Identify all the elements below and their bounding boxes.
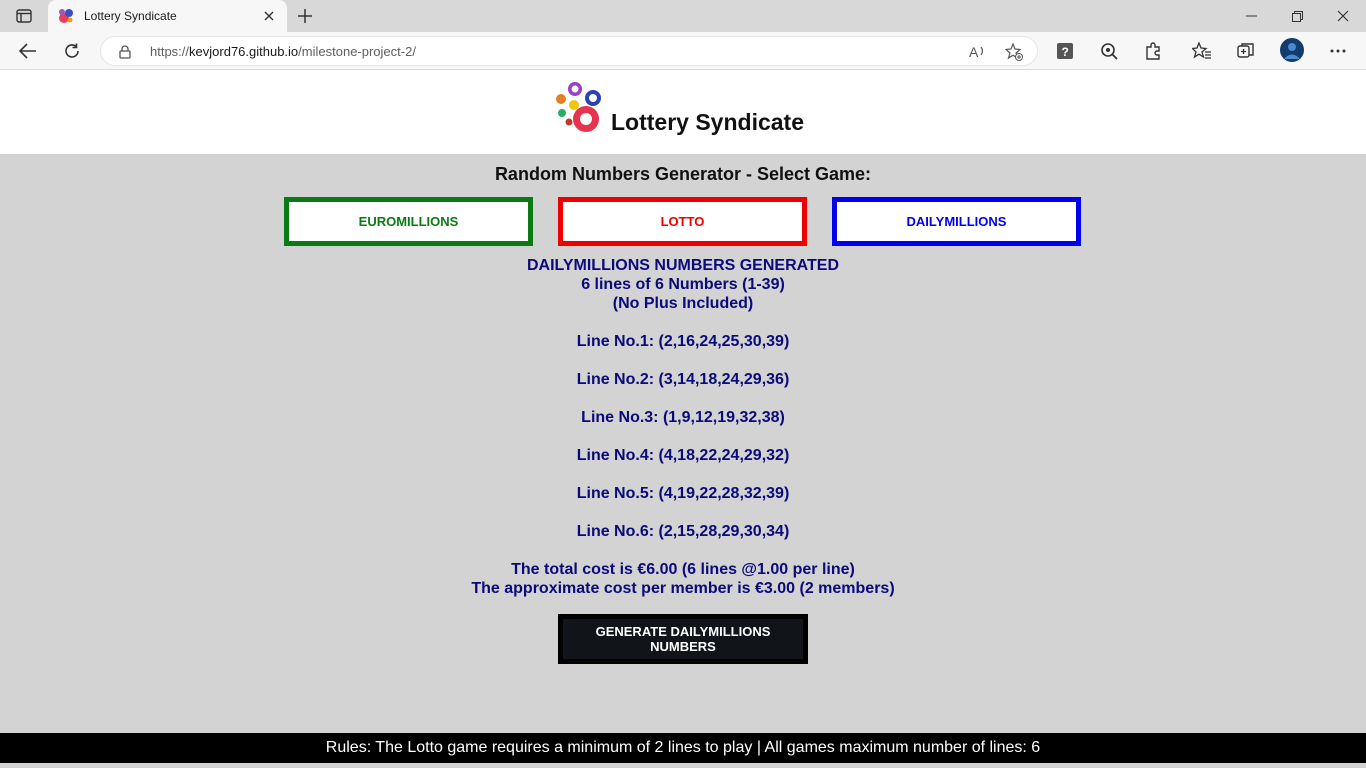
rules-footer: Rules: The Lotto game requires a minimum… — [0, 733, 1366, 763]
browser-tab-bar: Lottery Syndicate — [0, 0, 1366, 32]
svg-text:?: ? — [1062, 45, 1069, 59]
lottery-balls-logo-icon — [553, 81, 605, 133]
profile-avatar[interactable] — [1277, 36, 1307, 64]
result-line: Line No.3: (1,9,12,19,32,38) — [581, 409, 785, 426]
new-tab-icon[interactable] — [292, 4, 318, 28]
extension-help-icon[interactable]: ? — [1050, 37, 1080, 65]
result-line: Line No.6: (2,15,28,29,30,34) — [576, 523, 790, 540]
result-line: Line No.1: (2,16,24,25,30,39) — [576, 333, 790, 350]
total-cost: The total cost is €6.00 (6 lines @1.00 p… — [511, 561, 855, 578]
refresh-icon[interactable] — [57, 37, 87, 65]
tab-actions-icon[interactable] — [10, 6, 38, 26]
result-line: Line No.2: (3,14,18,24,29,36) — [576, 371, 790, 388]
url-text[interactable]: https://kevjord76.github.io/milestone-pr… — [150, 44, 416, 59]
back-arrow-icon[interactable] — [13, 37, 43, 65]
browser-tab[interactable]: Lottery Syndicate — [48, 0, 287, 32]
result-line: Line No.5: (4,19,22,28,32,39) — [576, 485, 790, 502]
results-note: (No Plus Included) — [612, 295, 754, 312]
more-options-icon[interactable] — [1323, 37, 1353, 65]
read-aloud-icon[interactable]: A — [967, 41, 989, 63]
lottery-balls-favicon-icon — [58, 8, 74, 24]
page-content: Lottery Syndicate Random Numbers Generat… — [0, 70, 1366, 768]
results-heading: DAILYMILLIONS NUMBERS GENERATED — [526, 257, 839, 274]
result-line: Line No.4: (4,18,22,24,29,32) — [576, 447, 790, 464]
browser-toolbar: https://kevjord76.github.io/milestone-pr… — [0, 32, 1366, 70]
lotto-button[interactable]: LOTTO — [558, 197, 807, 246]
url-prefix: https:// — [150, 44, 190, 59]
collections-icon[interactable] — [1231, 37, 1261, 65]
member-cost: The approximate cost per member is €3.00… — [471, 580, 895, 597]
tab-title: Lottery Syndicate — [84, 9, 177, 23]
svg-text:A: A — [969, 44, 979, 60]
generate-numbers-button[interactable]: GENERATE DAILYMILLIONS NUMBERS — [558, 614, 808, 664]
close-tab-icon[interactable] — [257, 4, 281, 28]
site-title: Lottery Syndicate — [611, 109, 804, 135]
dailymillions-button[interactable]: DAILYMILLIONS — [832, 197, 1081, 246]
lock-icon[interactable] — [119, 45, 131, 64]
favorite-star-add-icon[interactable] — [1003, 41, 1025, 63]
results-subheading: 6 lines of 6 Numbers (1-39) — [581, 276, 785, 293]
section-title: Random Numbers Generator - Select Game: — [494, 164, 872, 184]
euromillions-button[interactable]: EUROMILLIONS — [284, 197, 533, 246]
url-path: /milestone-project-2/ — [298, 44, 416, 59]
address-bar[interactable]: https://kevjord76.github.io/milestone-pr… — [100, 36, 1038, 66]
url-host: kevjord76.github.io — [189, 44, 299, 59]
search-extension-icon[interactable] — [1094, 37, 1124, 65]
extensions-puzzle-icon[interactable] — [1138, 37, 1168, 65]
restore-icon[interactable] — [1274, 0, 1320, 32]
minimize-icon[interactable] — [1228, 0, 1274, 32]
site-header: Lottery Syndicate — [0, 70, 1366, 154]
close-window-icon[interactable] — [1320, 0, 1366, 32]
favorites-icon[interactable] — [1187, 37, 1217, 65]
